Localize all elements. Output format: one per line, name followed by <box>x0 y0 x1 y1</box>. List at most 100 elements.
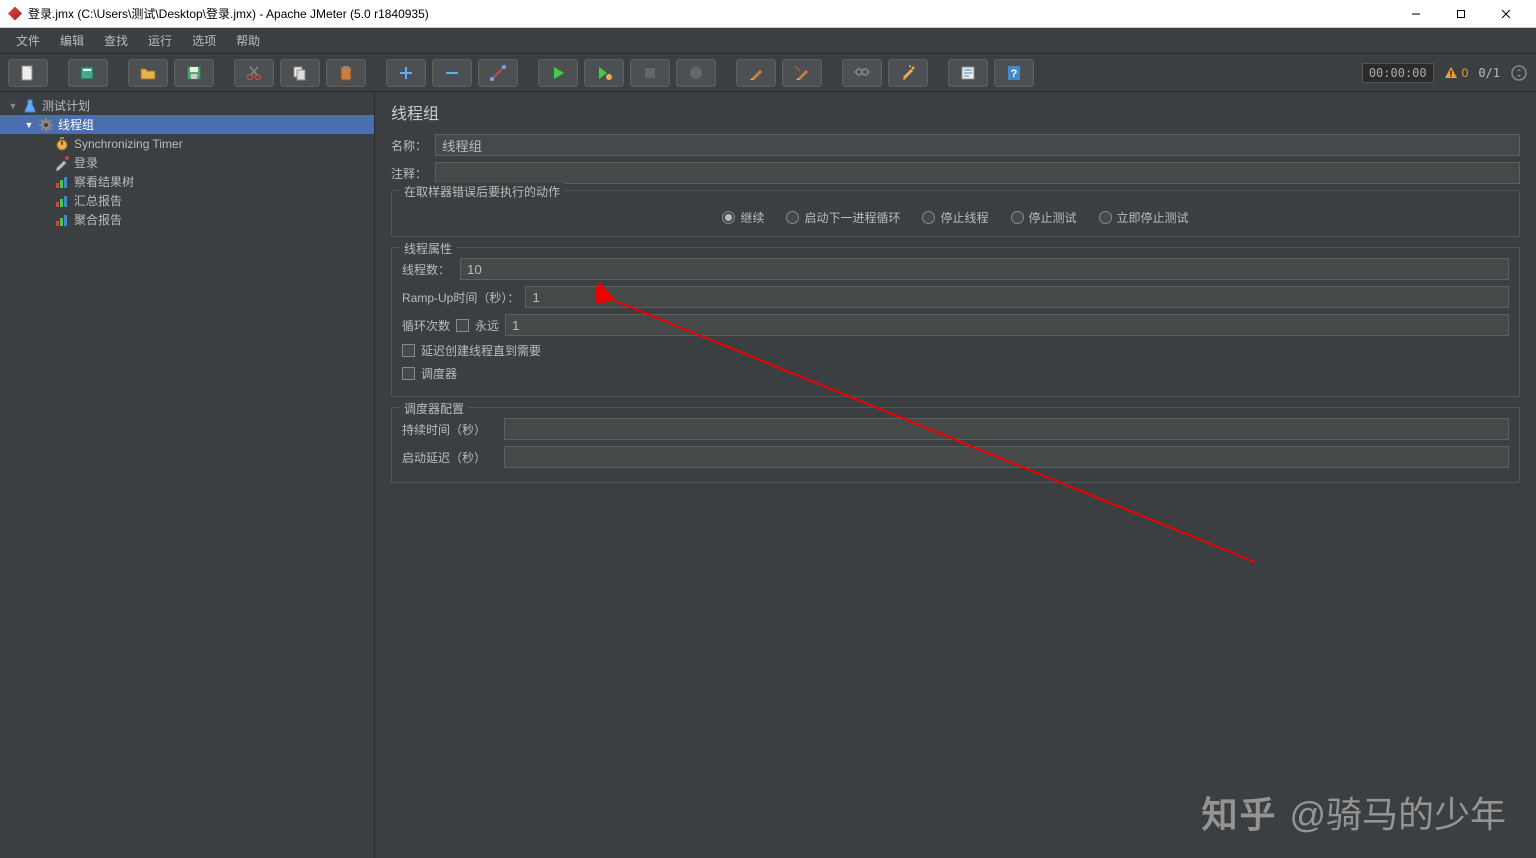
toolbar: ? 00:00:00 ! 0 0/1 <box>0 54 1536 92</box>
tree-item-1[interactable]: ▼线程组 <box>0 115 374 134</box>
menu-options[interactable]: 选项 <box>182 28 226 53</box>
forever-checkbox[interactable] <box>456 319 469 332</box>
tree-item-5[interactable]: 汇总报告 <box>0 191 374 210</box>
svg-text:!: ! <box>1449 69 1452 79</box>
clear-button[interactable] <box>736 59 776 87</box>
tree-arrow-icon[interactable]: ▼ <box>24 120 34 130</box>
tree-item-label: 登录 <box>74 154 98 171</box>
radio-icon <box>722 211 735 224</box>
open-button[interactable] <box>128 59 168 87</box>
cut-button[interactable] <box>234 59 274 87</box>
scheduler-label: 调度器 <box>421 365 457 382</box>
warning-icon: ! <box>1444 66 1458 80</box>
menu-help[interactable]: 帮助 <box>226 28 270 53</box>
tree-item-label: 汇总报告 <box>74 192 122 209</box>
duration-input[interactable] <box>504 418 1509 440</box>
window-title: 登录.jmx (C:\Users\测试\Desktop\登录.jmx) - Ap… <box>28 5 429 22</box>
collapse-button[interactable] <box>432 59 472 87</box>
radio-label: 继续 <box>740 209 764 226</box>
tree-item-label: 测试计划 <box>42 97 90 114</box>
expand-button[interactable] <box>386 59 426 87</box>
chart-icon <box>54 193 70 209</box>
tree-item-2[interactable]: Synchronizing Timer <box>0 134 374 153</box>
loop-input[interactable] <box>505 314 1509 336</box>
radio-icon <box>786 211 799 224</box>
clear-all-button[interactable] <box>782 59 822 87</box>
warning-count: 0 <box>1462 66 1469 80</box>
radio-label: 停止测试 <box>1029 209 1077 226</box>
threads-input[interactable] <box>460 258 1509 280</box>
new-button[interactable] <box>8 59 48 87</box>
tree-item-3[interactable]: 登录 <box>0 153 374 172</box>
minimize-button[interactable] <box>1393 0 1438 28</box>
comment-input[interactable] <box>435 162 1520 184</box>
pipette-icon <box>54 155 70 171</box>
menu-search[interactable]: 查找 <box>94 28 138 53</box>
delay-create-label: 延迟创建线程直到需要 <box>421 342 541 359</box>
help-button[interactable]: ? <box>994 59 1034 87</box>
scheduler-config-fieldset: 调度器配置 持续时间（秒） 启动延迟（秒） <box>391 407 1520 483</box>
close-button[interactable] <box>1483 0 1528 28</box>
stop-button[interactable] <box>630 59 670 87</box>
shutdown-button[interactable] <box>676 59 716 87</box>
tree-arrow-icon[interactable]: ▼ <box>8 101 18 111</box>
forever-label: 永远 <box>475 317 499 334</box>
error-action-radio-3[interactable]: 停止测试 <box>1011 209 1077 226</box>
timer-display: 00:00:00 <box>1362 63 1434 83</box>
chart-icon <box>54 174 70 190</box>
thread-count: 0/1 <box>1478 66 1500 80</box>
svg-text:?: ? <box>1011 68 1018 80</box>
startup-delay-input[interactable] <box>504 446 1509 468</box>
radio-icon <box>922 211 935 224</box>
error-action-radio-2[interactable]: 停止线程 <box>922 209 988 226</box>
templates-button[interactable] <box>68 59 108 87</box>
radio-icon <box>1011 211 1024 224</box>
delay-create-checkbox[interactable] <box>402 344 415 357</box>
name-input[interactable] <box>435 134 1520 156</box>
error-action-radio-1[interactable]: 启动下一进程循环 <box>786 209 900 226</box>
menu-file[interactable]: 文件 <box>6 28 50 53</box>
toggle-button[interactable] <box>478 59 518 87</box>
tree-item-0[interactable]: ▼ 测试计划 <box>0 96 374 115</box>
copy-button[interactable] <box>280 59 320 87</box>
error-action-radio-0[interactable]: 继续 <box>722 209 764 226</box>
paste-button[interactable] <box>326 59 366 87</box>
radio-label: 启动下一进程循环 <box>804 209 900 226</box>
scheduler-conf-legend: 调度器配置 <box>400 400 468 417</box>
save-button[interactable] <box>174 59 214 87</box>
warning-indicator[interactable]: ! 0 <box>1444 66 1469 80</box>
maximize-button[interactable] <box>1438 0 1483 28</box>
tree-item-6[interactable]: 聚合报告 <box>0 210 374 229</box>
loop-label: 循环次数 <box>402 317 450 334</box>
radio-label: 停止线程 <box>940 209 988 226</box>
tree-item-label: 聚合报告 <box>74 211 122 228</box>
app-icon <box>8 7 22 21</box>
error-action-legend: 在取样器错误后要执行的动作 <box>400 183 564 200</box>
test-plan-tree[interactable]: ▼ 测试计划▼线程组Synchronizing Timer登录察看结果树汇总报告聚… <box>0 92 375 858</box>
error-action-radio-4[interactable]: 立即停止测试 <box>1099 209 1189 226</box>
thread-properties-fieldset: 线程属性 线程数： Ramp-Up时间（秒）： 循环次数 永远 延迟创建线程直到… <box>391 247 1520 397</box>
menu-run[interactable]: 运行 <box>138 28 182 53</box>
thread-group-panel: 线程组 名称： 注释： 在取样器错误后要执行的动作 继续启动下一进程循环停止线程… <box>375 92 1536 858</box>
search-button[interactable] <box>842 59 882 87</box>
name-label: 名称： <box>391 137 431 154</box>
panel-title: 线程组 <box>391 100 1520 124</box>
error-action-fieldset: 在取样器错误后要执行的动作 继续启动下一进程循环停止线程停止测试立即停止测试 <box>391 190 1520 237</box>
radio-label: 立即停止测试 <box>1117 209 1189 226</box>
reset-search-button[interactable] <box>888 59 928 87</box>
scheduler-checkbox[interactable] <box>402 367 415 380</box>
function-helper-button[interactable] <box>948 59 988 87</box>
run-no-pause-button[interactable] <box>584 59 624 87</box>
rampup-input[interactable] <box>525 286 1509 308</box>
threads-label: 线程数： <box>402 261 454 278</box>
expand-icon[interactable] <box>1510 64 1528 82</box>
thread-props-legend: 线程属性 <box>400 240 456 257</box>
tree-item-4[interactable]: 察看结果树 <box>0 172 374 191</box>
menu-edit[interactable]: 编辑 <box>50 28 94 53</box>
title-bar: 登录.jmx (C:\Users\测试\Desktop\登录.jmx) - Ap… <box>0 0 1536 28</box>
radio-icon <box>1099 211 1112 224</box>
tree-item-label: 察看结果树 <box>74 173 134 190</box>
menu-bar: 文件 编辑 查找 运行 选项 帮助 <box>0 28 1536 54</box>
run-button[interactable] <box>538 59 578 87</box>
duration-label: 持续时间（秒） <box>402 421 498 438</box>
